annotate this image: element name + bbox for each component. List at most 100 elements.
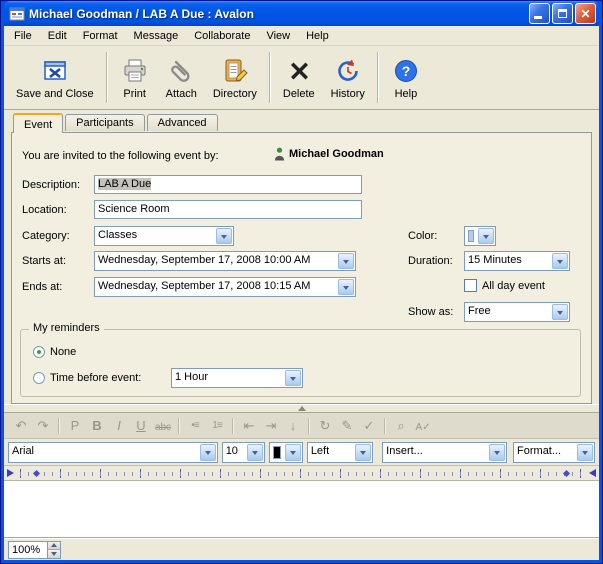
ends-at-value: Wednesday, September 17, 2008 10:15 AM bbox=[95, 278, 337, 296]
chevron-down-icon[interactable] bbox=[577, 444, 593, 461]
indent-icon[interactable] bbox=[261, 418, 281, 434]
save-and-close-button[interactable]: Save and Close bbox=[8, 48, 102, 107]
duration-dropdown[interactable]: 15 Minutes bbox=[464, 251, 570, 271]
description-input[interactable]: LAB A Due bbox=[94, 175, 362, 194]
close-button[interactable] bbox=[575, 3, 596, 24]
text-direction-icon[interactable] bbox=[283, 418, 303, 433]
find-icon[interactable] bbox=[391, 418, 411, 434]
radio-dot[interactable] bbox=[33, 372, 45, 384]
menu-file[interactable]: File bbox=[6, 28, 40, 44]
print-button[interactable]: Print bbox=[112, 48, 158, 107]
zoom-spinner[interactable] bbox=[47, 542, 60, 558]
font-toolbar: Arial 10 Left Insert... Format... bbox=[4, 439, 599, 466]
alignment-value: Left bbox=[308, 443, 354, 462]
message-body-editor[interactable] bbox=[4, 481, 599, 538]
history-button[interactable]: History bbox=[323, 48, 373, 107]
toolbar-separator bbox=[232, 418, 234, 434]
splitter-handle[interactable] bbox=[4, 404, 599, 413]
ruler-left-marker[interactable] bbox=[7, 469, 14, 477]
menu-help[interactable]: Help bbox=[298, 28, 337, 44]
zoom-control[interactable]: 100% bbox=[8, 541, 61, 559]
chevron-down-icon[interactable] bbox=[216, 228, 232, 244]
text-color-dropdown[interactable] bbox=[269, 442, 303, 463]
show-as-value: Free bbox=[465, 303, 551, 321]
format-dropdown[interactable]: Format... bbox=[513, 442, 595, 463]
event-tab-panel: You are invited to the following event b… bbox=[11, 132, 592, 404]
starts-at-dropdown[interactable]: Wednesday, September 17, 2008 10:00 AM bbox=[94, 251, 356, 271]
chevron-down-icon[interactable] bbox=[200, 444, 216, 461]
person-icon bbox=[274, 147, 285, 161]
menu-view[interactable]: View bbox=[258, 28, 298, 44]
tab-participants[interactable]: Participants bbox=[65, 114, 144, 131]
refresh-icon[interactable] bbox=[315, 418, 335, 434]
radio-dot[interactable] bbox=[33, 346, 45, 358]
ends-at-dropdown[interactable]: Wednesday, September 17, 2008 10:15 AM bbox=[94, 277, 356, 297]
main-toolbar: Save and Close Print Attach bbox=[4, 46, 599, 110]
menu-format[interactable]: Format bbox=[75, 28, 126, 44]
chevron-down-icon[interactable] bbox=[552, 304, 568, 320]
help-button[interactable]: ? Help bbox=[383, 48, 429, 107]
chevron-down-icon[interactable] bbox=[489, 444, 505, 461]
undo-icon[interactable] bbox=[11, 418, 31, 434]
accept-icon[interactable] bbox=[359, 418, 379, 434]
chevron-down-icon[interactable] bbox=[338, 279, 354, 295]
outdent-icon[interactable] bbox=[239, 418, 259, 434]
strikethrough-icon[interactable] bbox=[153, 418, 173, 433]
time-before-dropdown[interactable]: 1 Hour bbox=[171, 368, 303, 388]
tab-advanced[interactable]: Advanced bbox=[147, 114, 218, 131]
chevron-down-icon[interactable] bbox=[285, 370, 301, 386]
reminder-time-before-radio[interactable]: Time before event: bbox=[33, 372, 141, 384]
reminder-none-radio[interactable]: None bbox=[33, 346, 76, 358]
all-day-checkbox[interactable]: All day event bbox=[464, 279, 545, 292]
chevron-down-icon[interactable] bbox=[285, 444, 301, 461]
menu-collaborate[interactable]: Collaborate bbox=[186, 28, 258, 44]
invite-text: You are invited to the following event b… bbox=[22, 150, 219, 162]
statusbar: 100% bbox=[4, 538, 599, 560]
ruler-right-marker[interactable] bbox=[589, 469, 596, 477]
chevron-down-icon[interactable] bbox=[355, 444, 371, 461]
insert-dropdown[interactable]: Insert... bbox=[382, 442, 507, 463]
chevron-down-icon[interactable] bbox=[247, 444, 263, 461]
category-value: Classes bbox=[95, 227, 215, 245]
underline-icon[interactable] bbox=[131, 418, 151, 433]
bold-icon[interactable] bbox=[87, 418, 107, 433]
zoom-up-icon[interactable] bbox=[48, 542, 60, 551]
category-dropdown[interactable]: Classes bbox=[94, 226, 234, 246]
print-icon bbox=[120, 56, 150, 86]
checkbox-box[interactable] bbox=[464, 279, 477, 292]
time-before-value: 1 Hour bbox=[172, 369, 284, 387]
menu-message[interactable]: Message bbox=[126, 28, 187, 44]
redo-icon[interactable] bbox=[33, 418, 53, 434]
font-size-dropdown[interactable]: 10 bbox=[222, 442, 265, 463]
show-as-dropdown[interactable]: Free bbox=[464, 302, 570, 322]
delete-button[interactable]: Delete bbox=[275, 48, 323, 107]
delete-label: Delete bbox=[283, 88, 315, 100]
description-value: LAB A Due bbox=[98, 178, 151, 190]
menu-edit[interactable]: Edit bbox=[40, 28, 75, 44]
zoom-down-icon[interactable] bbox=[48, 550, 60, 558]
numbered-list-icon[interactable] bbox=[207, 420, 227, 431]
insert-value: Insert... bbox=[383, 443, 488, 462]
event-window: Michael Goodman / LAB A Due : Avalon Fil… bbox=[0, 0, 603, 564]
help-icon: ? bbox=[391, 56, 421, 86]
minimize-button[interactable] bbox=[529, 3, 550, 24]
chevron-down-icon[interactable] bbox=[478, 228, 494, 244]
chevron-down-icon[interactable] bbox=[338, 253, 354, 269]
chevron-down-icon[interactable] bbox=[552, 253, 568, 269]
duration-value: 15 Minutes bbox=[465, 252, 551, 270]
toolbar-separator bbox=[178, 418, 180, 434]
color-dropdown[interactable] bbox=[464, 226, 496, 246]
maximize-button[interactable] bbox=[552, 3, 573, 24]
tab-event[interactable]: Event bbox=[13, 113, 63, 133]
bullet-list-icon[interactable] bbox=[185, 420, 205, 431]
font-family-dropdown[interactable]: Arial bbox=[8, 442, 218, 463]
attach-button[interactable]: Attach bbox=[158, 48, 205, 107]
directory-button[interactable]: Directory bbox=[205, 48, 265, 107]
edit-icon[interactable] bbox=[337, 418, 357, 434]
italic-icon[interactable] bbox=[109, 418, 129, 433]
alignment-dropdown[interactable]: Left bbox=[307, 442, 373, 463]
font-size-value: 10 bbox=[223, 443, 246, 462]
paragraph-style-icon[interactable] bbox=[65, 418, 85, 433]
location-input[interactable]: Science Room bbox=[94, 200, 362, 219]
spellcheck-icon[interactable] bbox=[413, 418, 433, 433]
